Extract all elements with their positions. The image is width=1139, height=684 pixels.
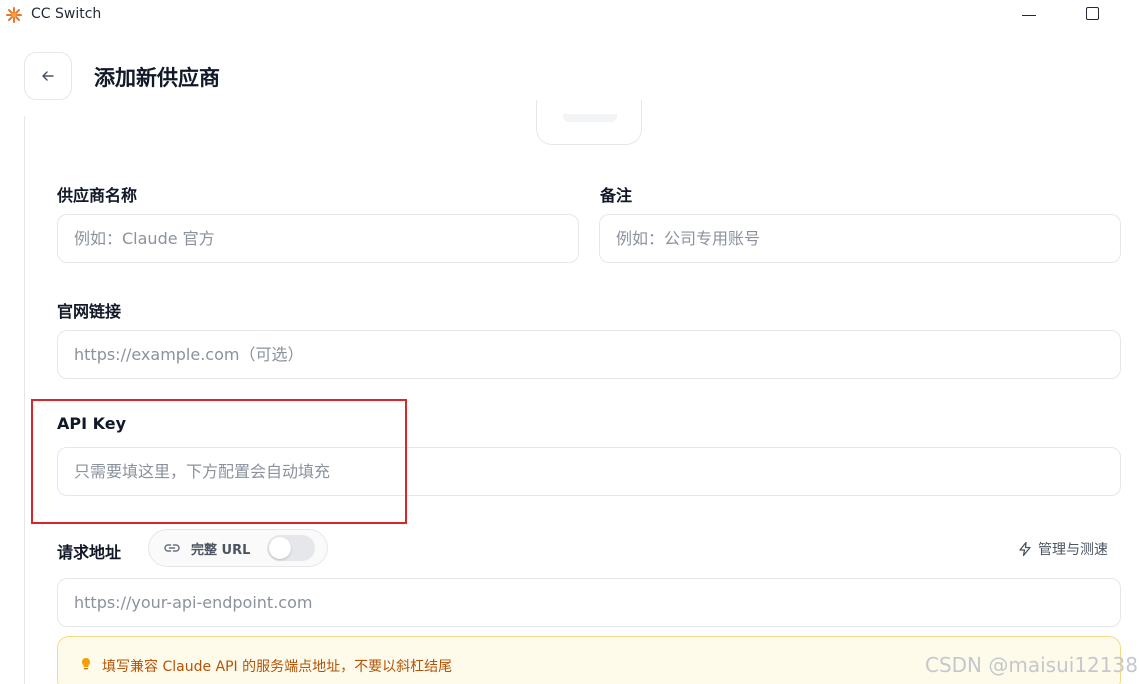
lightning-icon	[1019, 541, 1031, 557]
full-url-label: 完整 URL	[191, 542, 251, 558]
minimize-icon[interactable]	[1022, 15, 1036, 16]
website-input[interactable]	[58, 331, 1120, 378]
arrow-left-icon	[42, 71, 54, 81]
page-title: 添加新供应商	[94, 66, 220, 90]
full-url-toggle[interactable]	[267, 535, 315, 561]
provider-icon-picker[interactable]	[536, 100, 642, 145]
notes-field-wrapper	[599, 214, 1121, 263]
notes-input[interactable]	[600, 215, 1120, 262]
notes-label: 备注	[600, 186, 633, 205]
title-bar: CC Switch	[0, 0, 1139, 32]
content-divider	[24, 116, 25, 684]
provider-name-label: 供应商名称	[57, 186, 138, 205]
endpoint-input[interactable]	[58, 579, 1120, 626]
manage-and-speedtest-label: 管理与测速	[1038, 542, 1108, 558]
website-field-wrapper	[57, 330, 1121, 379]
link-icon	[164, 544, 180, 552]
endpoint-label: 请求地址	[57, 543, 122, 562]
lightbulb-icon	[82, 658, 90, 670]
website-label: 官网链接	[57, 302, 122, 321]
api-key-highlight-annotation	[31, 399, 407, 524]
provider-name-field-wrapper	[57, 214, 579, 263]
full-url-toggle-group: 完整 URL	[148, 529, 328, 567]
watermark: CSDN @maisui12138	[925, 653, 1138, 677]
maximize-icon[interactable]	[1086, 7, 1099, 20]
window-title: CC Switch	[31, 6, 102, 22]
cc-switch-logo-icon	[6, 7, 22, 23]
back-button[interactable]	[24, 52, 72, 100]
manage-and-speedtest-button[interactable]: 管理与测速	[1017, 539, 1108, 559]
provider-name-input[interactable]	[58, 215, 578, 262]
toggle-knob	[269, 537, 291, 559]
provider-icon-placeholder	[563, 114, 617, 122]
endpoint-hint-text: 填写兼容 Claude API 的服务端点地址，不要以斜杠结尾	[102, 659, 453, 675]
endpoint-field-wrapper	[57, 578, 1121, 627]
